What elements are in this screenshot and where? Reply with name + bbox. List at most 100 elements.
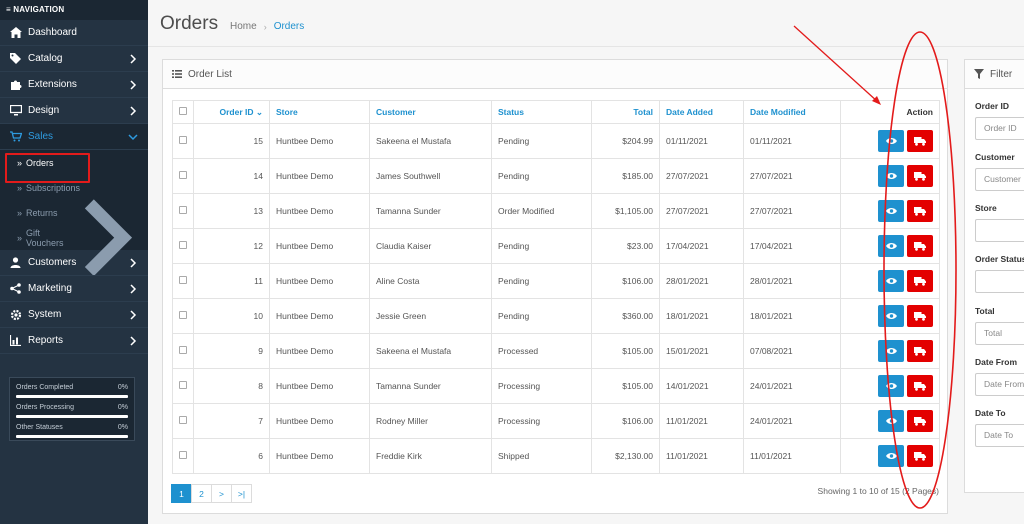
cell-date-added: 14/01/2021 <box>659 368 744 404</box>
chevron-right-icon <box>130 336 137 346</box>
cell-total: $1,105.00 <box>591 193 660 229</box>
row-select-cell <box>172 333 194 369</box>
view-order-button[interactable] <box>878 340 904 362</box>
sidebar-item-sales[interactable]: Sales <box>0 124 148 150</box>
view-order-button[interactable] <box>878 165 904 187</box>
filter-title: Filter <box>990 68 1013 80</box>
shipping-button[interactable] <box>907 130 933 152</box>
stat-other-statuses: Other Statuses 0% <box>16 422 128 442</box>
column-header-total[interactable]: Total <box>591 100 660 124</box>
column-header-customer[interactable]: Customer <box>369 100 492 124</box>
filter-total-input[interactable]: Total <box>975 322 1024 345</box>
row-checkbox[interactable] <box>179 311 187 319</box>
cell-date-modified: 27/07/2021 <box>743 193 841 229</box>
cell-status: Pending <box>491 158 592 194</box>
column-header-date-modified[interactable]: Date Modified <box>743 100 841 124</box>
view-order-button[interactable] <box>878 375 904 397</box>
row-checkbox[interactable] <box>179 381 187 389</box>
cell-action <box>840 263 940 299</box>
view-order-button[interactable] <box>878 130 904 152</box>
row-checkbox[interactable] <box>179 276 187 284</box>
sidebar-item-catalog[interactable]: Catalog <box>0 46 148 72</box>
cell-order-id: 10 <box>193 298 270 334</box>
view-order-button[interactable] <box>878 445 904 467</box>
main-content: Orders Home › Orders Order List Order ID… <box>148 0 1024 524</box>
sidebar-item-marketing[interactable]: Marketing <box>0 276 148 302</box>
cell-customer: Tamanna Sunder <box>369 368 492 404</box>
shipping-button[interactable] <box>907 340 933 362</box>
sidebar-item-design[interactable]: Design <box>0 98 148 124</box>
shipping-button[interactable] <box>907 445 933 467</box>
filter-date-from-input[interactable]: Date From <box>975 373 1024 396</box>
column-header-order-id[interactable]: Order ID ⌄ <box>193 100 270 124</box>
cell-status: Processing <box>491 368 592 404</box>
cell-order-id: 13 <box>193 193 270 229</box>
row-checkbox[interactable] <box>179 451 187 459</box>
sidebar-item-dashboard[interactable]: Dashboard <box>0 20 148 46</box>
sidebar-item-extensions[interactable]: Extensions <box>0 72 148 98</box>
page-1-button[interactable]: 1 <box>171 484 192 503</box>
row-checkbox[interactable] <box>179 206 187 214</box>
breadcrumb-home[interactable]: Home <box>230 21 257 32</box>
view-order-button[interactable] <box>878 270 904 292</box>
next-page-button[interactable]: > <box>211 484 232 503</box>
cell-date-modified: 07/08/2021 <box>743 333 841 369</box>
shipping-button[interactable] <box>907 375 933 397</box>
filter-order-status-select[interactable] <box>975 270 1024 293</box>
sidebar-item-system[interactable]: System <box>0 302 148 328</box>
sidebar-subitem-gift-vouchers[interactable]: » Gift Vouchers <box>0 199 148 276</box>
view-order-button[interactable] <box>878 410 904 432</box>
shipping-button[interactable] <box>907 200 933 222</box>
cell-order-id: 14 <box>193 158 270 194</box>
row-checkbox[interactable] <box>179 171 187 179</box>
select-all-checkbox[interactable] <box>179 107 187 115</box>
stat-label: Other Statuses <box>16 424 63 431</box>
breadcrumb-orders[interactable]: Orders <box>274 21 305 32</box>
page-2-button[interactable]: 2 <box>191 484 212 503</box>
filter-order-id-input[interactable]: Order ID <box>975 117 1024 140</box>
pagination: 1 2 > >| <box>171 484 252 503</box>
cell-store: Huntbee Demo <box>269 228 370 264</box>
sidebar-item-customers[interactable]: Customers <box>0 250 148 276</box>
shipping-button[interactable] <box>907 270 933 292</box>
order-list-panel: Order List Order ID ⌄ Store Customer Sta… <box>162 59 948 514</box>
cell-date-modified: 28/01/2021 <box>743 263 841 299</box>
column-header-status[interactable]: Status <box>491 100 592 124</box>
gear-icon <box>9 308 22 321</box>
row-select-cell <box>172 298 194 334</box>
sidebar-item-reports[interactable]: Reports <box>0 328 148 354</box>
view-order-button[interactable] <box>878 305 904 327</box>
shipping-button[interactable] <box>907 165 933 187</box>
row-checkbox[interactable] <box>179 416 187 424</box>
sidebar-item-label: Marketing <box>28 283 72 294</box>
sidebar-item-label: Design <box>28 105 60 116</box>
column-header-date-added[interactable]: Date Added <box>659 100 744 124</box>
stat-progress-bar <box>16 435 128 438</box>
view-order-button[interactable] <box>878 235 904 257</box>
stat-label: Orders Processing <box>16 404 74 411</box>
row-checkbox[interactable] <box>179 346 187 354</box>
last-page-button[interactable]: >| <box>231 484 252 503</box>
row-select-cell <box>172 228 194 264</box>
chevron-right-icon <box>130 284 137 294</box>
column-header-store[interactable]: Store <box>269 100 370 124</box>
shipping-button[interactable] <box>907 235 933 257</box>
cell-date-modified: 24/01/2021 <box>743 403 841 439</box>
nav-header: ≡ NAVIGATION <box>0 0 148 20</box>
cell-action <box>840 403 940 439</box>
shipping-button[interactable] <box>907 305 933 327</box>
table-header-row: Order ID ⌄ Store Customer Status Total D… <box>172 100 940 124</box>
view-order-button[interactable] <box>878 200 904 222</box>
filter-label-date-to: Date To <box>975 408 1006 418</box>
row-checkbox[interactable] <box>179 241 187 249</box>
filter-customer-input[interactable]: Customer <box>975 168 1024 191</box>
cell-status: Shipped <box>491 438 592 474</box>
shipping-button[interactable] <box>907 410 933 432</box>
cell-status: Order Modified <box>491 193 592 229</box>
cell-store: Huntbee Demo <box>269 298 370 334</box>
filter-store-select[interactable] <box>975 219 1024 242</box>
row-checkbox[interactable] <box>179 136 187 144</box>
row-select-cell <box>172 193 194 229</box>
truck-icon <box>914 346 926 356</box>
filter-date-to-input[interactable]: Date To <box>975 424 1024 447</box>
